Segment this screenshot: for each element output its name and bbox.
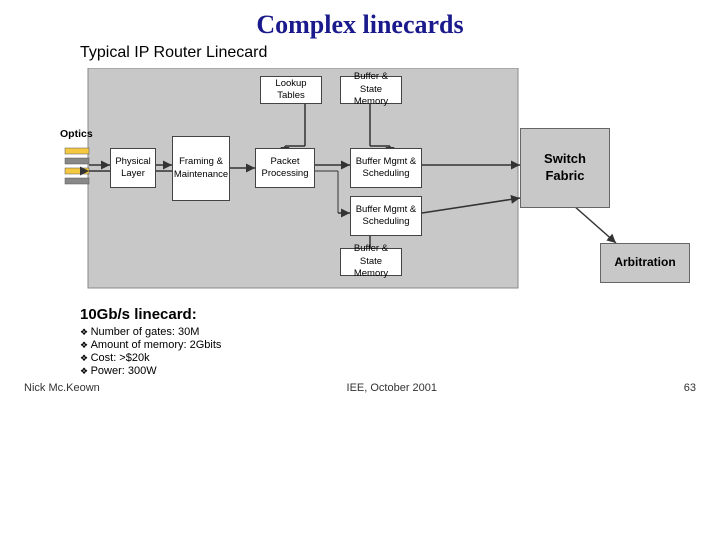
arbitration-box: Arbitration	[600, 243, 690, 283]
page-title: Complex linecards	[20, 10, 700, 40]
footer-page: 63	[684, 382, 696, 394]
info-list: Number of gates: 30M Amount of memory: 2…	[80, 326, 700, 377]
lookup-tables-box: Lookup Tables	[260, 76, 322, 104]
packet-processing-box: Packet Processing	[255, 148, 315, 188]
buffer-mgmt-bot-box: Buffer Mgmt & Scheduling	[350, 196, 422, 236]
info-item-4: Power: 300W	[80, 365, 700, 377]
framing-maintenance-box: Framing & Maintenance	[172, 136, 230, 201]
buffer-state-memory-bot-box: Buffer & State Memory	[340, 248, 402, 276]
info-title: 10Gb/s linecard:	[80, 306, 700, 323]
switch-fabric-box: Switch Fabric	[520, 128, 610, 208]
footer: Nick Mc.Keown IEE, October 2001 63	[20, 382, 700, 394]
info-item-3: Cost: >$20k	[80, 352, 700, 364]
subtitle: Typical IP Router Linecard	[80, 44, 700, 62]
info-item-2: Amount of memory: 2Gbits	[80, 339, 700, 351]
info-item-1: Number of gates: 30M	[80, 326, 700, 338]
diagram-area: Optics Physical Layer Framing & Maintena…	[60, 68, 720, 298]
footer-date: IEE, October 2001	[347, 382, 438, 394]
buffer-state-memory-top-box: Buffer & State Memory	[340, 76, 402, 104]
info-section: 10Gb/s linecard: Number of gates: 30M Am…	[80, 306, 700, 378]
optics-label: Optics	[60, 128, 93, 140]
footer-author: Nick Mc.Keown	[24, 382, 100, 394]
buffer-mgmt-top-box: Buffer Mgmt & Scheduling	[350, 148, 422, 188]
physical-layer-box: Physical Layer	[110, 148, 156, 188]
